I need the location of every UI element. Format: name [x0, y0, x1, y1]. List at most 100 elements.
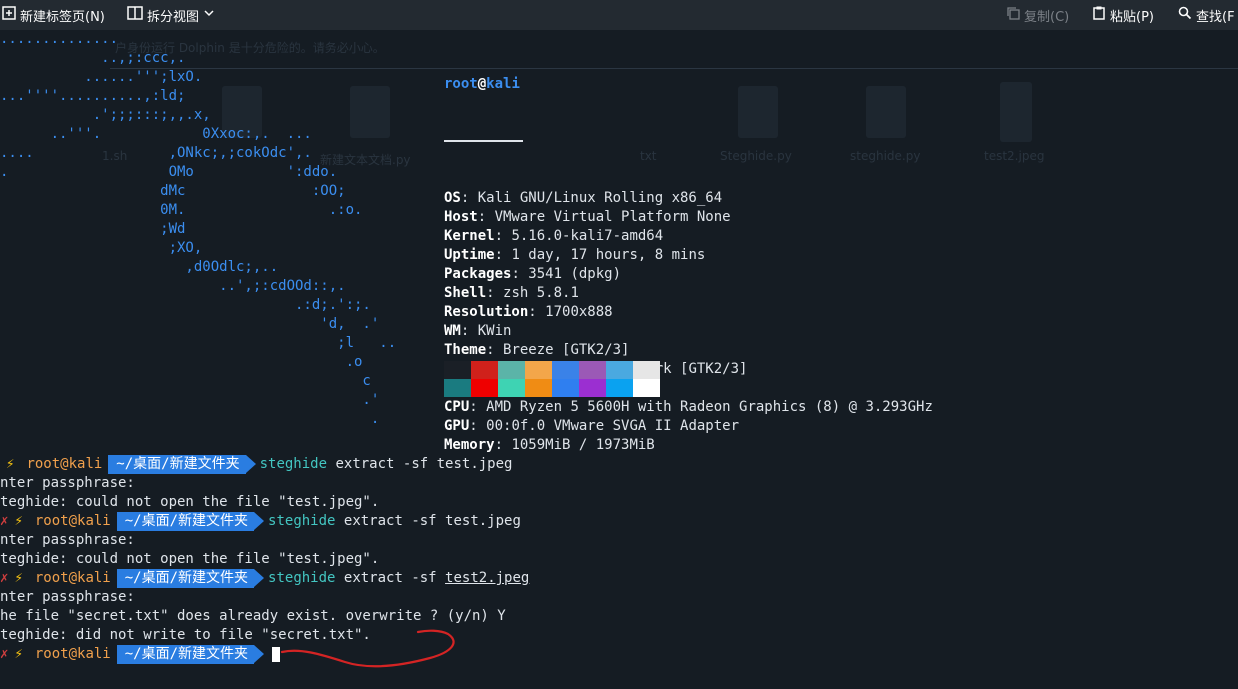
- info-value: 5.16.0-kali7-amd64: [511, 228, 664, 244]
- copy-label: 复制(C): [1024, 9, 1070, 25]
- color-swatch: [525, 361, 552, 379]
- color-palette: [444, 361, 660, 397]
- output-line: teghide: did not write to file "secret.t…: [0, 627, 371, 643]
- command-name: steghide: [268, 513, 336, 529]
- prompt-user: root@kali: [34, 646, 111, 662]
- info-key: Shell: [444, 285, 487, 301]
- find-button[interactable]: 查找(F: [1178, 0, 1235, 30]
- output-line: nter passphrase:: [0, 589, 135, 605]
- info-key: Uptime: [444, 247, 495, 263]
- info-header: root@kali: [444, 75, 933, 94]
- color-swatch: [471, 361, 498, 379]
- prompt-user: root@kali: [34, 513, 111, 529]
- system-info: root@kali OS: Kali GNU/Linux Rolling x86…: [444, 37, 933, 493]
- new-tab-label: 新建标签页(N): [20, 9, 105, 25]
- info-fields: OS: Kali GNU/Linux Rolling x86_64 Host: V…: [444, 189, 933, 455]
- info-row: CPU: AMD Ryzen 5 5600H with Radeon Graph…: [444, 399, 933, 415]
- terminal-view[interactable]: 户身份运行 Dolphin 是十分危险的。请务必小心。 1.sh 新建文本文档.…: [0, 30, 1238, 689]
- info-value: 00:0f.0 VMware SVGA II Adapter: [486, 418, 740, 434]
- info-key: OS: [444, 190, 461, 206]
- color-swatch: [606, 379, 633, 397]
- info-row: Shell: zsh 5.8.1: [444, 285, 579, 301]
- info-key: Resolution: [444, 304, 529, 320]
- info-value: VMware Virtual Platform None: [494, 209, 731, 225]
- color-swatch: [525, 379, 552, 397]
- root-bolt-icon: ⚡: [14, 570, 23, 586]
- text-cursor[interactable]: [272, 647, 281, 662]
- output-line: teghide: could not open the file "test.j…: [0, 551, 380, 567]
- color-swatch: [606, 361, 633, 379]
- info-separator: [444, 132, 933, 151]
- info-host: kali: [486, 76, 520, 92]
- info-row: Uptime: 1 day, 17 hours, 8 mins: [444, 247, 706, 263]
- command-name: steghide: [259, 456, 328, 472]
- info-key: CPU: [444, 399, 470, 415]
- error-status-icon: ✗: [0, 570, 9, 586]
- output-line: teghide: could not open the file "test.j…: [0, 494, 380, 510]
- prompt-user: root@kali: [26, 456, 103, 472]
- info-row: GPU: 00:0f.0 VMware SVGA II Adapter: [444, 418, 740, 434]
- paste-button[interactable]: 粘贴(P): [1092, 0, 1154, 30]
- info-key: Packages: [444, 266, 512, 282]
- info-key: Kernel: [444, 228, 495, 244]
- prompt-path: ~/桌面/新建文件夹: [108, 455, 256, 474]
- prompt-line: ✗ ⚡ root@kali ~/桌面/新建文件夹 steghide extract -s…: [0, 512, 521, 531]
- prompt-line: ⚡ root@kali ~/桌面/新建文件夹 steghide extract -sf…: [0, 455, 512, 474]
- info-row: Memory: 1059MiB / 1973MiB: [444, 437, 655, 453]
- info-row: Theme: Breeze [GTK2/3]: [444, 342, 630, 358]
- split-view-label: 拆分视图: [147, 9, 200, 25]
- command-args: extract -sf test.jpeg: [335, 513, 521, 529]
- color-swatch: [633, 361, 660, 379]
- copy-button[interactable]: 复制(C): [1006, 0, 1069, 30]
- info-row: Kernel: 5.16.0-kali7-amd64: [444, 228, 664, 244]
- new-tab-icon: [2, 6, 16, 24]
- color-swatch: [471, 379, 498, 397]
- info-row: OS: Kali GNU/Linux Rolling x86_64: [444, 190, 723, 206]
- find-label: 查找(F: [1196, 9, 1235, 25]
- info-value: 1 day, 17 hours, 8 mins: [511, 247, 706, 263]
- command-name: steghide: [268, 570, 336, 586]
- info-key: Host: [444, 209, 478, 225]
- info-value: AMD Ryzen 5 5600H with Radeon Graphics (…: [486, 399, 933, 415]
- info-value: 1700x888: [545, 304, 613, 320]
- color-swatch: [579, 361, 606, 379]
- color-swatch: [552, 361, 579, 379]
- root-bolt-icon: ⚡: [6, 456, 15, 472]
- color-swatch: [498, 379, 525, 397]
- background-image-icon: [1000, 82, 1032, 142]
- info-value: 3541 (dpkg): [528, 266, 622, 282]
- chevron-down-icon: [203, 7, 215, 23]
- split-view-button[interactable]: 拆分视图: [127, 0, 215, 30]
- command-args: extract -sf test.jpeg: [327, 456, 513, 472]
- command-file-arg: test2.jpeg: [445, 570, 530, 586]
- info-row: Resolution: 1700x888: [444, 304, 613, 320]
- color-swatch: [498, 361, 525, 379]
- copy-icon: [1006, 6, 1020, 24]
- color-swatch: [579, 379, 606, 397]
- info-value: 1059MiB / 1973MiB: [511, 437, 655, 453]
- background-file-label: test2.jpeg: [984, 149, 1045, 163]
- paste-icon: [1092, 6, 1106, 24]
- info-row: Host: VMware Virtual Platform None: [444, 209, 731, 225]
- info-user: root: [444, 76, 478, 92]
- color-swatch: [444, 379, 471, 397]
- root-bolt-icon: ⚡: [14, 646, 23, 662]
- output-line: nter passphrase:: [0, 532, 135, 548]
- prompt-line: ✗ ⚡ root@kali ~/桌面/新建文件夹: [0, 645, 281, 664]
- info-value: Breeze [GTK2/3]: [503, 342, 630, 358]
- new-tab-button[interactable]: 新建标签页(N): [2, 0, 105, 30]
- info-key: GPU: [444, 418, 470, 434]
- prompt-user: root@kali: [34, 570, 111, 586]
- error-status-icon: ✗: [0, 646, 9, 662]
- info-row: WM: KWin: [444, 323, 512, 339]
- output-line: he file "secret.txt" does already exist.…: [0, 608, 506, 624]
- color-swatch: [552, 379, 579, 397]
- paste-label: 粘贴(P): [1110, 9, 1154, 25]
- prompt-path: ~/桌面/新建文件夹: [116, 569, 265, 588]
- split-view-icon: [127, 6, 143, 24]
- error-status-icon: ✗: [0, 513, 9, 529]
- info-value: zsh 5.8.1: [503, 285, 579, 301]
- root-bolt-icon: ⚡: [14, 513, 23, 529]
- search-icon: [1178, 6, 1192, 24]
- prompt-line: ✗ ⚡ root@kali ~/桌面/新建文件夹 steghide extract -s…: [0, 569, 529, 588]
